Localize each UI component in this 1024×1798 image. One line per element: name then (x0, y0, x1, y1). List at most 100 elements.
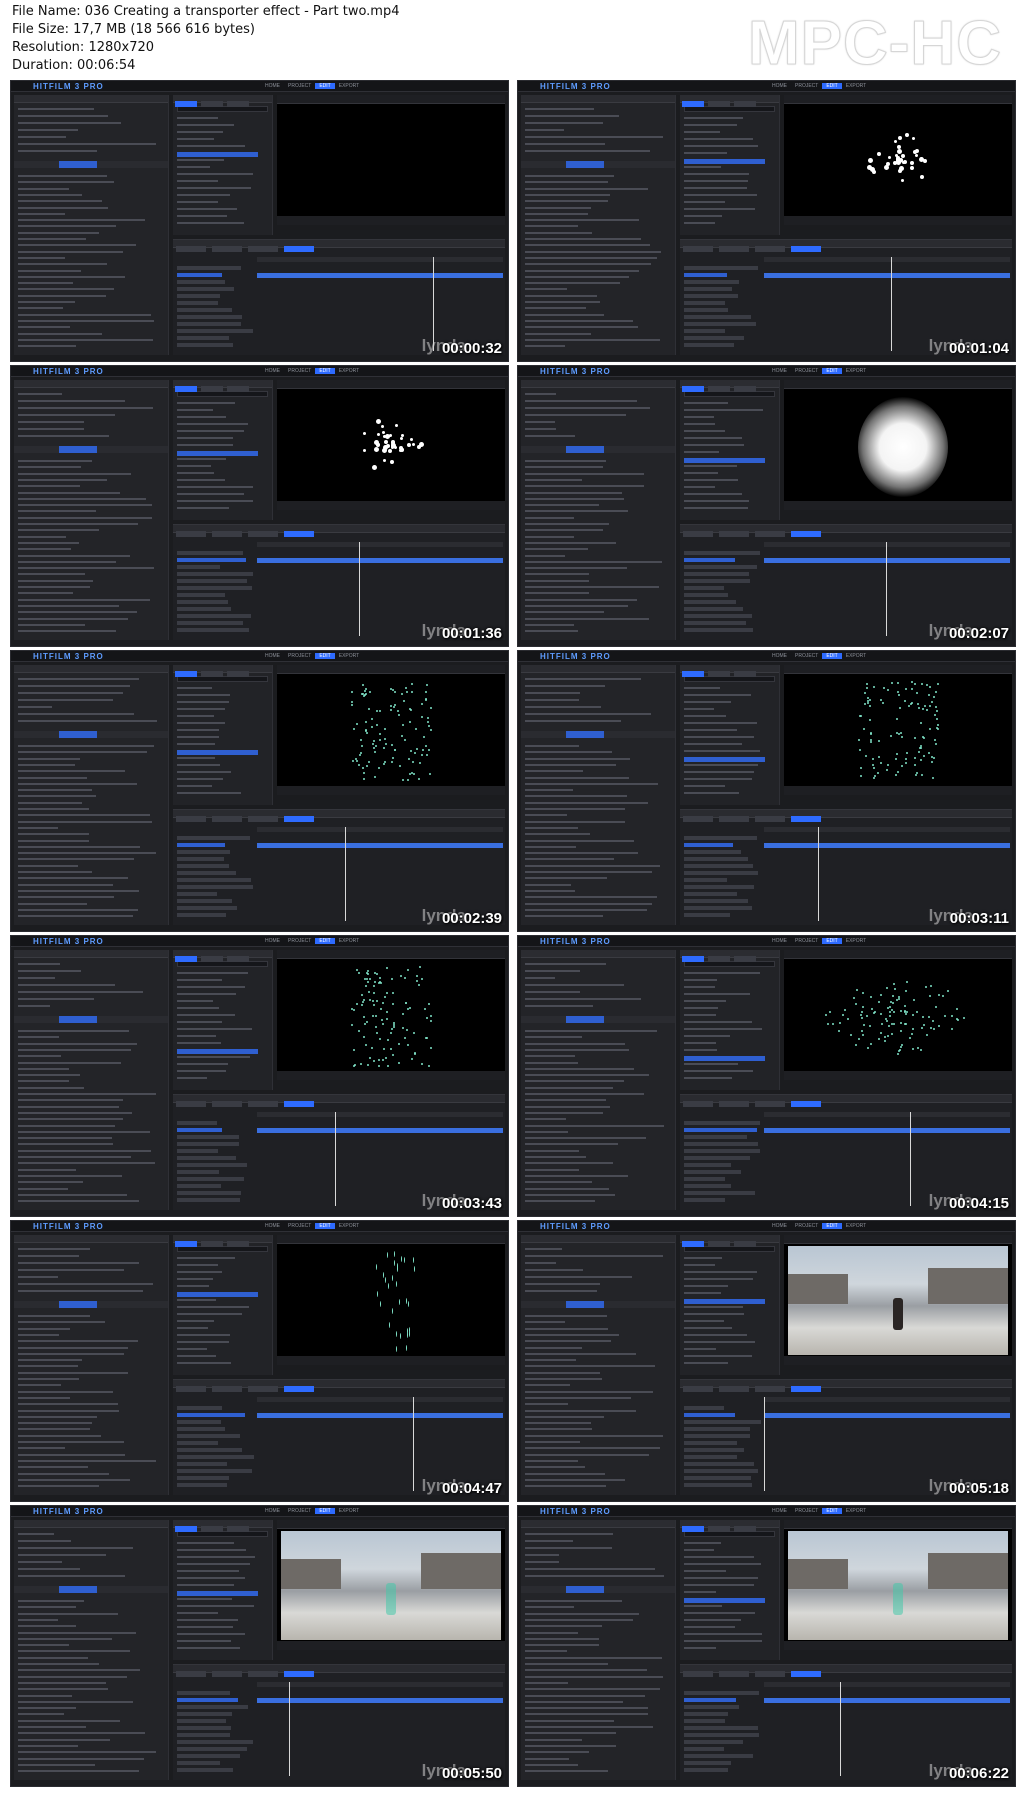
timeline-layer-row[interactable] (684, 315, 751, 319)
timeline-layer-row[interactable] (684, 1719, 725, 1723)
effect-list-item[interactable] (177, 1257, 235, 1259)
effect-list-item[interactable] (177, 715, 214, 717)
effect-list-item[interactable] (684, 979, 717, 981)
tab-teleporter[interactable] (284, 531, 314, 537)
effect-list-item[interactable] (177, 486, 253, 488)
effect-list-item[interactable] (684, 124, 737, 126)
menu-tab[interactable]: HOME (768, 368, 791, 374)
menu-tab[interactable]: HOME (261, 368, 284, 374)
timeline-layer-row[interactable] (177, 885, 253, 889)
effect-list-item[interactable] (177, 159, 224, 161)
tab-main-video[interactable] (212, 1671, 242, 1677)
timeline-layer-row[interactable] (177, 1761, 220, 1765)
effect-list-item[interactable] (177, 778, 223, 780)
layer-clip-bar[interactable] (257, 558, 503, 563)
timeline-layer-row[interactable] (684, 885, 754, 889)
menu-tab[interactable]: PROJECT (284, 1223, 315, 1229)
playhead[interactable] (344, 827, 346, 921)
timeline-layer-row[interactable] (177, 1448, 242, 1452)
tab-teleporter[interactable] (791, 1671, 821, 1677)
viewer-canvas[interactable] (788, 391, 1008, 500)
timeline-layer-row[interactable] (177, 913, 226, 917)
effect-list-item[interactable] (684, 215, 722, 217)
timeline-layer-row[interactable] (684, 1761, 731, 1765)
menu-tab[interactable]: EDIT (315, 938, 335, 944)
tab-actor[interactable] (755, 531, 785, 537)
menu-tab[interactable]: EDIT (315, 1508, 335, 1514)
effect-list-item[interactable] (684, 1264, 715, 1266)
menu-tab[interactable]: EXPORT (335, 653, 363, 659)
effect-list-item[interactable] (177, 771, 231, 773)
timeline-layer-row[interactable] (177, 301, 218, 305)
timeline-layer-row[interactable] (684, 322, 756, 326)
tab-text[interactable] (708, 1241, 730, 1247)
panel-tabs[interactable] (521, 446, 675, 453)
effect-list-item[interactable] (177, 1063, 228, 1065)
timeline-layer-row[interactable] (684, 1469, 758, 1473)
timeline-layer-row[interactable] (684, 1747, 724, 1751)
timeline-layer-row[interactable] (684, 864, 753, 868)
effect-list-item[interactable] (684, 1021, 752, 1023)
timeline-layer-row[interactable] (177, 850, 230, 854)
timeline-layer-row[interactable] (684, 843, 733, 847)
playback-controls[interactable] (277, 501, 505, 510)
timeline-layer-row[interactable] (684, 871, 758, 875)
effect-list-item[interactable] (684, 1640, 762, 1642)
tab-text[interactable] (201, 1526, 223, 1532)
effect-list-item[interactable] (684, 152, 727, 154)
effect-list-item[interactable] (177, 722, 225, 724)
controls-tab[interactable] (566, 161, 604, 168)
effect-list-item[interactable] (177, 1549, 246, 1551)
timeline-layer-row[interactable] (684, 913, 730, 917)
timeline-layer-row[interactable] (177, 1691, 230, 1695)
tab-editor[interactable] (176, 1386, 206, 1392)
effect-list-item[interactable] (684, 771, 754, 773)
tab-editor[interactable] (176, 1671, 206, 1677)
effect-list-item[interactable] (177, 1348, 207, 1350)
effect-list-item[interactable] (684, 1035, 730, 1037)
timeline-layer-row[interactable] (177, 1747, 247, 1751)
timeline-layer-row[interactable] (684, 1149, 760, 1153)
menu-tab[interactable]: EXPORT (335, 1508, 363, 1514)
viewer-canvas[interactable] (281, 961, 501, 1070)
tab-actor[interactable] (248, 1671, 278, 1677)
playback-controls[interactable] (277, 216, 505, 225)
timeline-ruler[interactable] (257, 1682, 503, 1687)
timeline-layer-row[interactable] (177, 607, 231, 611)
timeline-layer-row[interactable] (177, 1719, 226, 1723)
layer-clip-bar[interactable] (257, 1698, 503, 1703)
effect-list-item[interactable] (684, 743, 742, 745)
effect-list-item[interactable] (177, 694, 230, 696)
timeline-ruler[interactable] (764, 1112, 1010, 1117)
controls-tab[interactable] (566, 731, 604, 738)
effect-list-item[interactable] (684, 1320, 724, 1322)
timeline-layer-row[interactable] (177, 586, 252, 590)
tab-teleporter[interactable] (284, 1101, 314, 1107)
menu-tab[interactable]: HOME (261, 938, 284, 944)
timeline-layer-row[interactable] (684, 614, 752, 618)
menu-tab[interactable]: PROJECT (284, 83, 315, 89)
effect-list-item[interactable] (177, 701, 229, 703)
controls-tab[interactable] (59, 161, 97, 168)
timeline-layer-row[interactable] (177, 836, 250, 840)
tab-teleporter[interactable] (284, 816, 314, 822)
timeline-layer-row[interactable] (684, 1691, 759, 1695)
timeline-layer-row[interactable] (684, 1170, 741, 1174)
effect-list-item[interactable] (177, 507, 229, 509)
panel-tabs[interactable] (14, 161, 168, 168)
effect-list-item[interactable] (684, 430, 725, 432)
effect-list-item[interactable] (684, 1271, 757, 1273)
effect-list-item[interactable] (177, 187, 251, 189)
timeline-layer-row[interactable] (684, 280, 739, 284)
timeline-layer-row[interactable] (177, 1427, 225, 1431)
menu-tab[interactable]: HOME (768, 938, 791, 944)
tab-text[interactable] (201, 671, 223, 677)
effect-list-item[interactable] (177, 1306, 249, 1308)
playback-controls[interactable] (277, 1356, 505, 1365)
controls-tab[interactable] (59, 1301, 97, 1308)
tab-history[interactable] (734, 101, 756, 107)
timeline-layer-row[interactable] (177, 892, 217, 896)
menu-tab[interactable]: HOME (768, 1508, 791, 1514)
effect-list-item[interactable] (684, 1028, 762, 1030)
menu-tab[interactable]: PROJECT (791, 653, 822, 659)
